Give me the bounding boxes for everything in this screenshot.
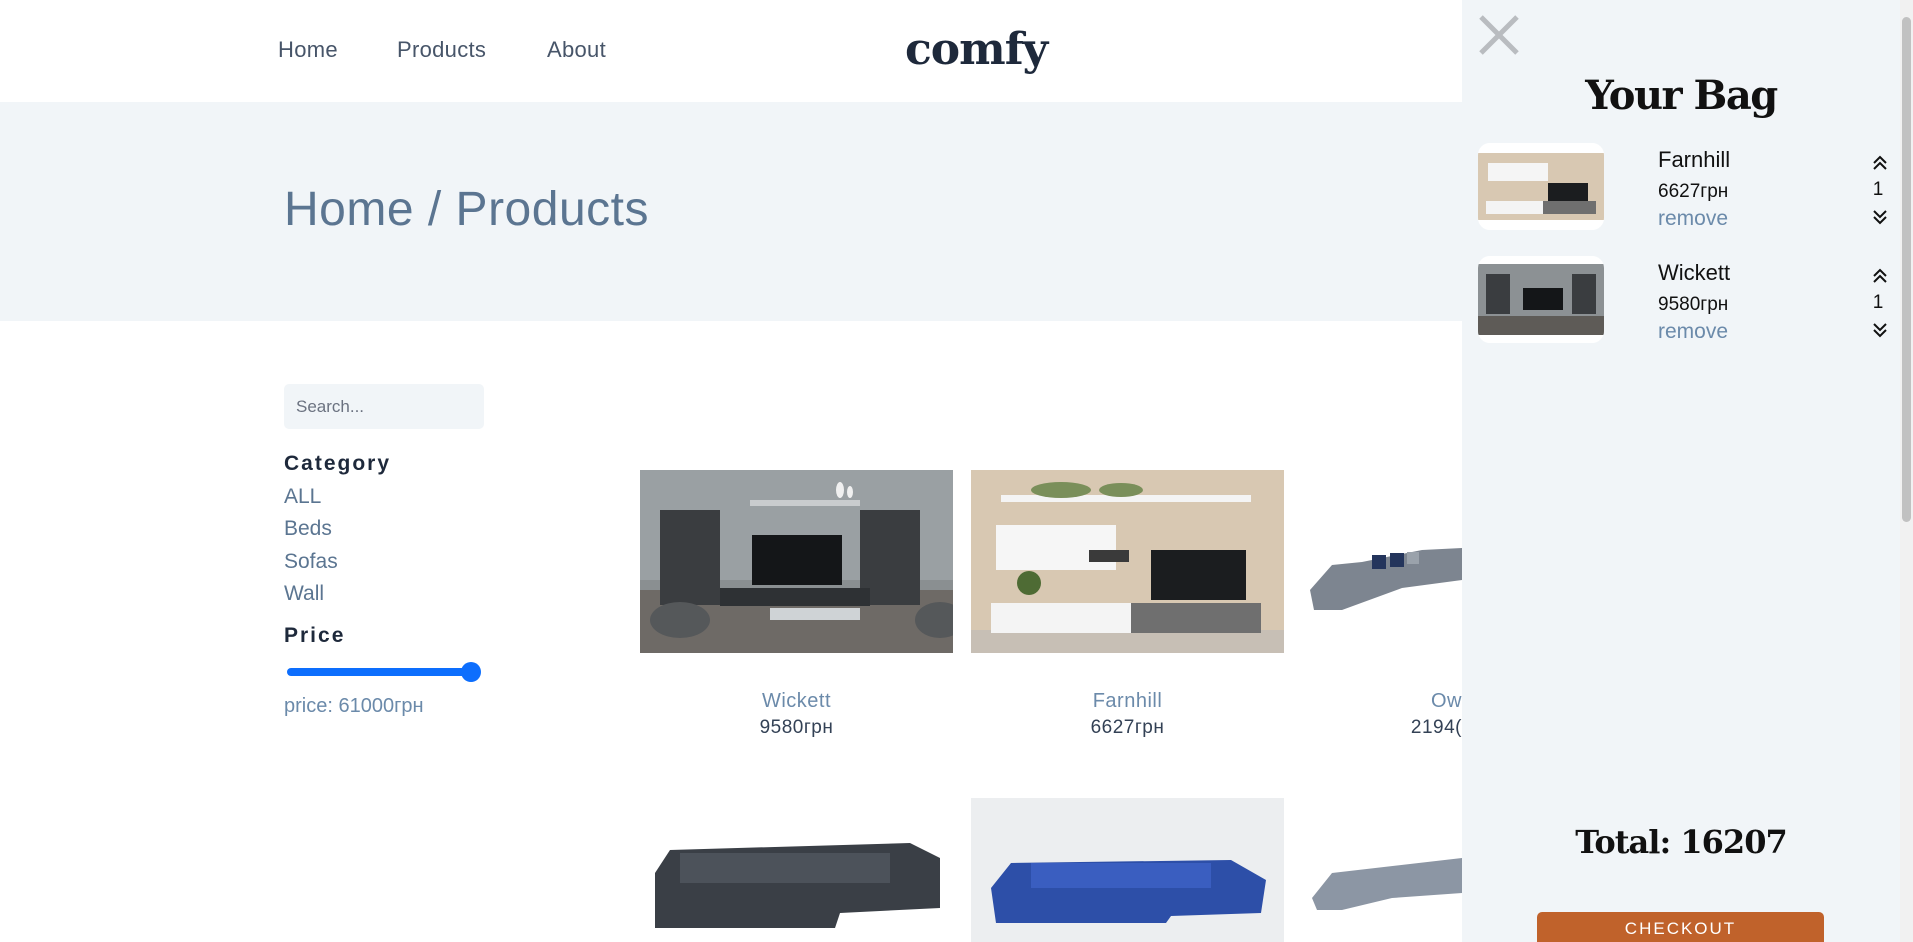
remove-button[interactable]: remove [1658,320,1728,344]
nav-about-link[interactable]: About [547,37,606,63]
page: Home Products About comfy Home / Product… [0,0,1913,942]
price-slider-thumb[interactable] [461,662,481,682]
cart-item-price: 9580грн [1658,294,1729,315]
nav-home-link[interactable]: Home [278,37,338,63]
cart-item-name: Wickett [1658,260,1731,285]
cart-item-name: Farnhill [1658,147,1731,172]
chevron-down-icon[interactable] [1870,322,1890,338]
cart-item-image [1478,143,1604,230]
cart-item: Farnhill 6627грн remove 1 [1478,143,1888,233]
cart-total: Total: 16207 [1575,823,1787,861]
product-image-ow[interactable] [1302,470,1462,653]
search-input[interactable] [284,384,484,429]
product-price: 6627грн [1090,717,1165,738]
product-price: 2194( [1410,717,1462,738]
page-title: Home / Products [284,183,649,236]
remove-button[interactable]: remove [1658,207,1728,231]
category-wall[interactable]: Wall [284,582,324,606]
price-heading: Price [284,624,346,647]
product-image-wickett[interactable] [640,470,953,653]
checkout-button[interactable]: CHECKOUT [1537,912,1824,942]
product-price: 9580грн [759,717,834,738]
price-value: price: 61000грн [284,695,424,717]
product-image-sofa-dark[interactable] [640,798,953,942]
product-image-farnhill[interactable] [971,470,1284,653]
category-all[interactable]: ALL [284,485,321,509]
cart-item: Wickett 9580грн remove 1 [1478,256,1888,346]
scrollbar-thumb[interactable] [1902,17,1911,522]
product-image-sofa-grey[interactable] [1302,798,1462,942]
quantity-value: 1 [1872,292,1884,313]
cart-item-image [1478,256,1604,343]
product-image-sofa-blue[interactable] [971,798,1284,942]
category-heading: Category [284,452,392,475]
close-icon[interactable] [1478,14,1520,56]
cart-item-price: 6627грн [1658,181,1729,202]
chevron-up-icon[interactable] [1870,155,1890,171]
logo[interactable]: comfy [905,24,1048,75]
category-beds[interactable]: Beds [284,517,332,541]
scrollbar[interactable] [1900,0,1913,942]
product-name[interactable]: Farnhill [971,690,1284,713]
cart-panel: Your Bag Farnhill 6627грн remove 1 Wicke… [1462,0,1900,942]
quantity-value: 1 [1872,179,1884,200]
chevron-down-icon[interactable] [1870,209,1890,225]
price-slider-track[interactable] [287,668,478,676]
cart-title: Your Bag [1585,72,1778,119]
product-name[interactable]: Wickett [640,690,953,713]
category-sofas[interactable]: Sofas [284,550,338,574]
chevron-up-icon[interactable] [1870,268,1890,284]
nav-products-link[interactable]: Products [397,37,486,63]
product-name[interactable]: Ow [1302,690,1462,713]
